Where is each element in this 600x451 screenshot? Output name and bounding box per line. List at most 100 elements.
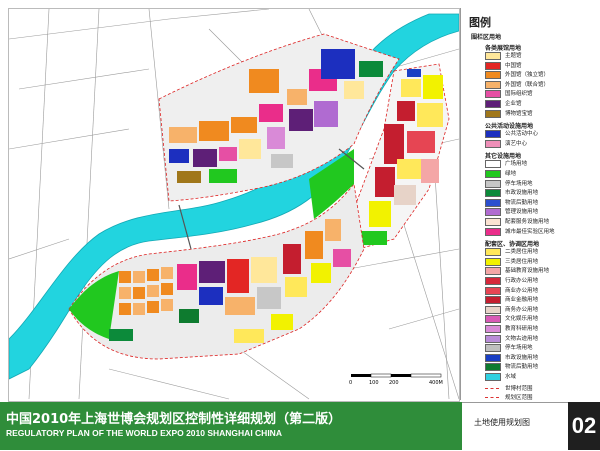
legend-label: 世博村范围 — [505, 385, 533, 392]
legend-label: 外国馆（独立馆） — [505, 72, 550, 79]
legend-swatch — [485, 325, 501, 333]
legend-item: 三类居住用地 — [485, 257, 591, 266]
legend-item: 二类居住用地 — [485, 248, 591, 257]
legend-item: 演艺中心 — [485, 139, 591, 148]
legend-swatch — [485, 71, 501, 80]
legend-swatch — [485, 109, 501, 118]
legend-item: 市政设施用地 — [485, 189, 591, 198]
legend-item: 公共活动中心 — [485, 130, 591, 139]
legend-label: 国际组织馆 — [505, 91, 533, 98]
legend-item: 外国馆（独立馆） — [485, 71, 591, 80]
legend-item: 外国馆（联合馆） — [485, 80, 591, 89]
legend-item: 城市最佳实验区用地 — [485, 227, 591, 236]
legend-label: 市政设施用地 — [505, 190, 539, 197]
legend-item: 商业办公用地 — [485, 286, 591, 295]
legend-swatch — [485, 170, 501, 178]
legend-label: 基础教育设施用地 — [505, 268, 550, 275]
legend-item: 广场用地 — [485, 160, 591, 169]
legend-swatch — [485, 208, 501, 217]
legend-item: 中国馆 — [485, 61, 591, 70]
legend-label: 停车场用地 — [505, 345, 533, 352]
land-use-map: 0 100 200 400M — [8, 8, 460, 402]
legend-swatch — [485, 387, 499, 389]
legend-item: 商务办公用地 — [485, 305, 591, 314]
legend-item: 配套服务设施用地 — [485, 218, 591, 226]
legend-label: 博物馆宝馆 — [505, 110, 533, 117]
legend-swatch — [485, 189, 501, 198]
legend-swatch — [485, 315, 501, 324]
legend-item: 基础教育设施用地 — [485, 267, 591, 276]
legend-label: 中国馆 — [505, 62, 522, 69]
legend-item: 物流后勤用地 — [485, 363, 591, 372]
legend-item: 规划区范围 — [485, 394, 591, 401]
legend-label: 物流后勤用地 — [505, 364, 539, 371]
legend-swatch — [485, 353, 501, 362]
legend-item: 物流后勤用地 — [485, 198, 591, 207]
puxi-site — [158, 33, 400, 202]
legend-item: 博物馆宝馆 — [485, 109, 591, 118]
legend-swatch — [485, 90, 501, 99]
legend-swatch — [485, 218, 501, 226]
legend-swatch — [485, 277, 501, 285]
legend-swatch — [485, 80, 501, 89]
legend-item: 停车场用地 — [485, 344, 591, 353]
legend-label: 市政设施用地 — [505, 354, 539, 361]
legend-item: 文物古迹用地 — [485, 334, 591, 343]
legend-label: 配套服务设施用地 — [505, 219, 550, 225]
legend-label: 文物古迹用地 — [505, 335, 539, 342]
legend-label: 绿地 — [505, 171, 517, 177]
legend-swatch — [485, 373, 501, 381]
legend-item: 绿地 — [485, 170, 591, 178]
legend-swatch — [485, 267, 501, 276]
scale-bar: 0 100 200 400M — [349, 371, 449, 390]
legend-label: 物流后勤用地 — [505, 199, 539, 206]
legend-panel: 图例 围栏区用地 各类展馆用地 主题馆 中国馆 外国馆（独立馆） 外国馆（联合馆） 国际组织… — [460, 8, 593, 420]
legend-label: 商务办公用地 — [505, 306, 539, 313]
legend-item: 行政办公用地 — [485, 277, 591, 285]
legend-swatch — [485, 227, 501, 236]
legend-item: 文化娱乐用地 — [485, 315, 591, 324]
title-chinese: 中国2010年上海世博会规划区控制性详细规划（第二版） — [6, 412, 342, 427]
legend-label: 管理设施用地 — [505, 209, 539, 216]
title-banner: 中国2010年上海世博会规划区控制性详细规划（第二版） REGULATORY P… — [0, 402, 600, 451]
legend-label: 主题馆 — [505, 53, 522, 59]
sheet-number: 02 — [568, 402, 600, 450]
legend-label: 商业办公用地 — [505, 287, 539, 294]
legend-swatch — [485, 160, 501, 169]
legend-label: 外国馆（联合馆） — [505, 81, 550, 88]
legend-title: 图例 — [469, 16, 491, 29]
legend-item: 管理设施用地 — [485, 208, 591, 217]
legend-label: 水域 — [505, 374, 517, 380]
legend-swatch — [485, 296, 501, 305]
map-canvas — [9, 9, 459, 400]
legend-swatch — [485, 363, 501, 372]
legend-group-heading: 围栏区用地 — [471, 34, 502, 41]
scale-tick-4: 400M — [429, 380, 443, 386]
legend-swatch — [485, 179, 501, 188]
legend-item: 水域 — [485, 373, 591, 381]
legend-label: 规划区范围 — [505, 395, 533, 402]
legend-label: 企业馆 — [505, 101, 522, 107]
legend-item: 市政设施用地 — [485, 353, 591, 362]
sheet-subtitle: 土地使用规划图 — [474, 418, 530, 427]
plan-sheet: 0 100 200 400M 图例 围栏区用地 各类展馆用地 主题馆 中国馆 外国馆（独… — [0, 0, 600, 451]
legend-swatch — [485, 305, 501, 314]
title-english: REGULATORY PLAN OF THE WORLD EXPO 2010 S… — [6, 428, 282, 438]
legend-item: 商业金融用地 — [485, 296, 591, 305]
legend-swatch — [485, 52, 501, 60]
legend-label: 公共活动中心 — [505, 131, 539, 138]
legend-item: 国际组织馆 — [485, 90, 591, 99]
legend-item: 企业馆 — [485, 100, 591, 108]
legend-label: 商业金融用地 — [505, 297, 539, 304]
scale-tick-0: 0 — [349, 380, 352, 386]
legend-swatch — [485, 286, 501, 295]
legend-swatch — [485, 397, 499, 399]
legend-swatch — [485, 198, 501, 207]
legend-swatch — [485, 61, 501, 70]
legend-label: 广场用地 — [505, 161, 528, 168]
legend-swatch — [485, 130, 501, 139]
legend-item: 教育科研用地 — [485, 325, 591, 333]
legend-label: 三类居住用地 — [505, 258, 539, 265]
legend-item: 世博村范围 — [485, 385, 591, 392]
scale-tick-1: 100 — [369, 380, 379, 386]
